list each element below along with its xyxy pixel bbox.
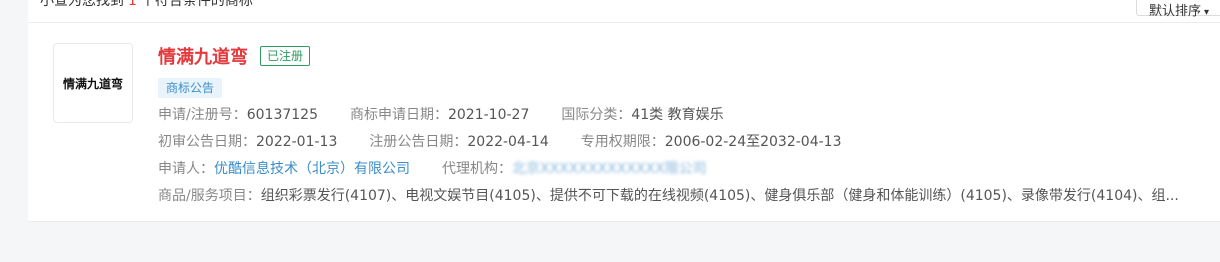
- goods-label: 商品/服务项目：: [158, 188, 261, 204]
- field-intl-class: 国际分类：41类 教育娱乐: [561, 107, 724, 123]
- sort-label: 默认排序: [1149, 4, 1202, 19]
- announcement-tag: 商标公告: [158, 78, 223, 98]
- field-prelim-date: 初审公告日期：2022-01-13: [158, 134, 338, 150]
- result-count: 1: [128, 0, 137, 9]
- trademark-logo[interactable]: 情满九道弯: [53, 43, 133, 123]
- field-reg-no: 申请/注册号：60137125: [158, 107, 318, 123]
- chevron-down-icon: ▾: [1204, 7, 1210, 18]
- trademark-card[interactable]: 情满九道弯 情满九道弯 已注册 商标公告 申请/注册号：60137125 商标申请…: [28, 22, 1220, 222]
- field-agent: 代理机构：北京XXXXXXXXXXXXX限公司: [442, 161, 707, 177]
- summary-prefix: 小查为您找到: [40, 0, 124, 9]
- info-row-parties: 申请人：优酷信息技术（北京）有限公司 代理机构：北京XXXXXXXXXXXXX限公…: [158, 159, 739, 179]
- field-exclusive-period: 专用权期限：2006-02-24至2032-04-13: [580, 134, 842, 150]
- field-reg-notice-date: 注册公告日期：2022-04-14: [369, 134, 549, 150]
- goods-value: 组织彩票发行(4107)、电视文娱节目(4105)、提供不可下载的在线视频(41…: [260, 188, 1179, 204]
- trademark-name-link[interactable]: 情满九道弯: [158, 43, 248, 69]
- title-row: 情满九道弯 已注册: [158, 43, 311, 69]
- sort-dropdown[interactable]: 默认排序 ▾: [1136, 0, 1220, 19]
- status-badge: 已注册: [260, 46, 311, 66]
- results-header: 小查为您找到 1 个符合条件的商标 默认排序 ▾: [28, 0, 1220, 22]
- info-row-dates: 初审公告日期：2022-01-13 注册公告日期：2022-04-14 专用权期限：…: [158, 132, 873, 152]
- info-row-goods: 商品/服务项目：组织彩票发行(4107)、电视文娱节目(4105)、提供不可下载…: [158, 186, 1208, 206]
- field-apply-date: 商标申请日期：2021-10-27: [349, 107, 530, 123]
- info-row-registration: 申请/注册号：60137125 商标申请日期：2021-10-27 国际分类：41类…: [158, 105, 756, 125]
- logo-text: 情满九道弯: [62, 76, 123, 91]
- field-applicant: 申请人：优酷信息技术（北京）有限公司: [158, 161, 410, 177]
- applicant-link[interactable]: 优酷信息技术（北京）有限公司: [214, 161, 410, 177]
- search-results-page: 小查为您找到 1 个符合条件的商标 默认排序 ▾ 情满九道弯 情满九道弯 已注册 商标…: [0, 0, 1220, 262]
- result-summary: 小查为您找到 1 个符合条件的商标: [40, 0, 253, 10]
- summary-suffix: 个符合条件的商标: [140, 0, 253, 9]
- agent-link[interactable]: 北京XXXXXXXXXXXXX限公司: [512, 161, 707, 177]
